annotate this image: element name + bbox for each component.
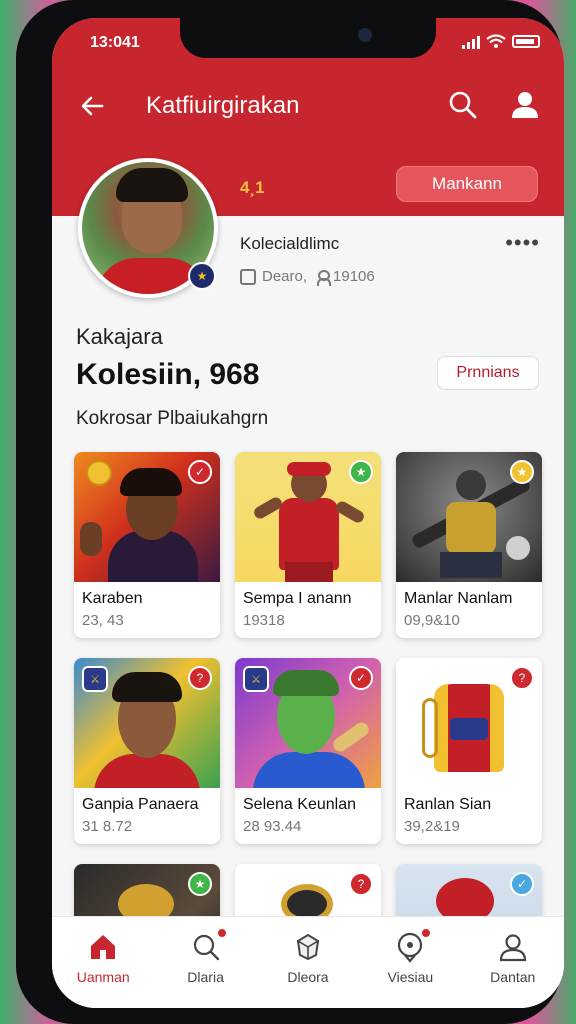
collection-card[interactable]: ⚔ ? Ganpia Panaera 31 8.72	[74, 658, 220, 844]
status-icons	[462, 34, 540, 49]
nav-item-map[interactable]: Viesiau	[359, 917, 461, 1008]
card-name: Manlar Nanlam	[404, 590, 513, 607]
card-value: 39,2&19	[404, 818, 460, 835]
team-crest-icon: ⚔	[243, 666, 269, 692]
stat-b-value: 19106	[333, 268, 375, 286]
nav-label: Uanman	[76, 969, 130, 985]
collection-card[interactable]: ★ Manlar Nanlam 09,9&10	[396, 452, 542, 638]
section-subtitle: Kokrosar Plbaiukahgrn	[76, 408, 269, 429]
notch	[180, 18, 436, 58]
followers-icon	[317, 270, 332, 287]
collection-title: Kolesiin, 968	[76, 358, 260, 391]
profile-username: Kolecialdlimc	[240, 234, 340, 253]
profile-stats: Dearo, 19106	[240, 268, 375, 287]
nav-label: Dlaria	[187, 969, 224, 985]
phone-frame: 13:041 Katfiuirgirakan 4¸1 Mankann ★ Kol…	[16, 0, 564, 1024]
notification-dot	[215, 927, 228, 939]
collection-card[interactable]: ? Ranlan Sian 39,2&19	[396, 658, 542, 844]
team-crest-icon: ⚔	[82, 666, 108, 692]
card-name: Selena Keunlan	[243, 796, 356, 813]
level-label: 4¸1	[240, 178, 265, 197]
filter-button[interactable]: Prnnians	[437, 356, 539, 390]
camera-dot	[358, 28, 372, 42]
section-kicker: Kakajara	[76, 324, 163, 349]
card-value: 28 93.44	[243, 818, 302, 835]
search-nav-wrap	[190, 927, 228, 963]
nav-label: Dantan	[490, 969, 536, 985]
user-icon	[499, 934, 526, 962]
card-badge-icon: ?	[188, 666, 212, 690]
gem-icon	[296, 933, 320, 961]
card-badge-icon: ✓	[349, 666, 373, 690]
card-value: 19318	[243, 612, 285, 629]
stat-a: Dearo,	[240, 268, 308, 286]
signal-icon	[462, 35, 480, 49]
card-value: 31 8.72	[82, 818, 133, 835]
nav-label: Dleora	[287, 969, 329, 985]
home-icon	[91, 935, 116, 959]
card-badge-icon: ✓	[188, 460, 212, 484]
nav-label: Viesiau	[387, 969, 434, 985]
collection-card[interactable]: ✓ Karaben 23, 43	[74, 452, 220, 638]
page-title: Katfiuirgirakan	[146, 92, 300, 119]
card-name: Sempa I anann	[243, 590, 352, 607]
notification-dot	[420, 927, 433, 939]
card-value: 23, 43	[82, 612, 124, 629]
card-badge-icon: ★	[188, 872, 212, 896]
card-badge-icon: ★	[510, 460, 534, 484]
card-badge-icon: ★	[349, 460, 373, 484]
card-name: Karaben	[82, 590, 143, 607]
card-name: Ganpia Panaera	[82, 796, 199, 813]
card-badge-icon: ?	[349, 872, 373, 896]
avatar-hair	[116, 168, 188, 202]
team-crest-icon: ★	[188, 262, 216, 290]
collection-card[interactable]: ★ Sempa I anann 19318	[235, 452, 381, 638]
wifi-icon	[486, 34, 506, 48]
card-badge-icon: ✓	[510, 872, 534, 896]
card-badge-icon: ?	[510, 666, 534, 690]
collection-card[interactable]: ⚔ ✓ Selena Keunlan 28 93.44	[235, 658, 381, 844]
app-screen: 13:041 Katfiuirgirakan 4¸1 Mankann ★ Kol…	[52, 18, 564, 1008]
card-value: 09,9&10	[404, 612, 460, 629]
stat-a-value: Dearo,	[262, 268, 308, 285]
battery-icon	[512, 35, 540, 48]
account-icon[interactable]	[508, 88, 542, 122]
nav-item-search[interactable]: Dlaria	[154, 917, 256, 1008]
back-arrow-icon[interactable]	[76, 90, 108, 122]
bottom-nav: Uanman Dlaria Dleora Viesiau Dantan	[52, 916, 564, 1008]
search-icon[interactable]	[446, 88, 480, 122]
follow-button[interactable]: Mankann	[396, 166, 538, 202]
nav-item-profile[interactable]: Dantan	[462, 917, 564, 1008]
nav-item-home[interactable]: Uanman	[52, 917, 154, 1008]
status-time: 13:041	[90, 34, 140, 51]
nav-item-gem[interactable]: Dleora	[257, 917, 359, 1008]
stat-b: 19106	[317, 268, 375, 287]
top-app-bar: Katfiuirgirakan	[52, 82, 564, 126]
card-count-icon	[240, 269, 256, 286]
more-options-icon[interactable]: ••••	[505, 230, 540, 256]
card-name: Ranlan Sian	[404, 796, 492, 813]
map-nav-wrap	[394, 927, 433, 963]
